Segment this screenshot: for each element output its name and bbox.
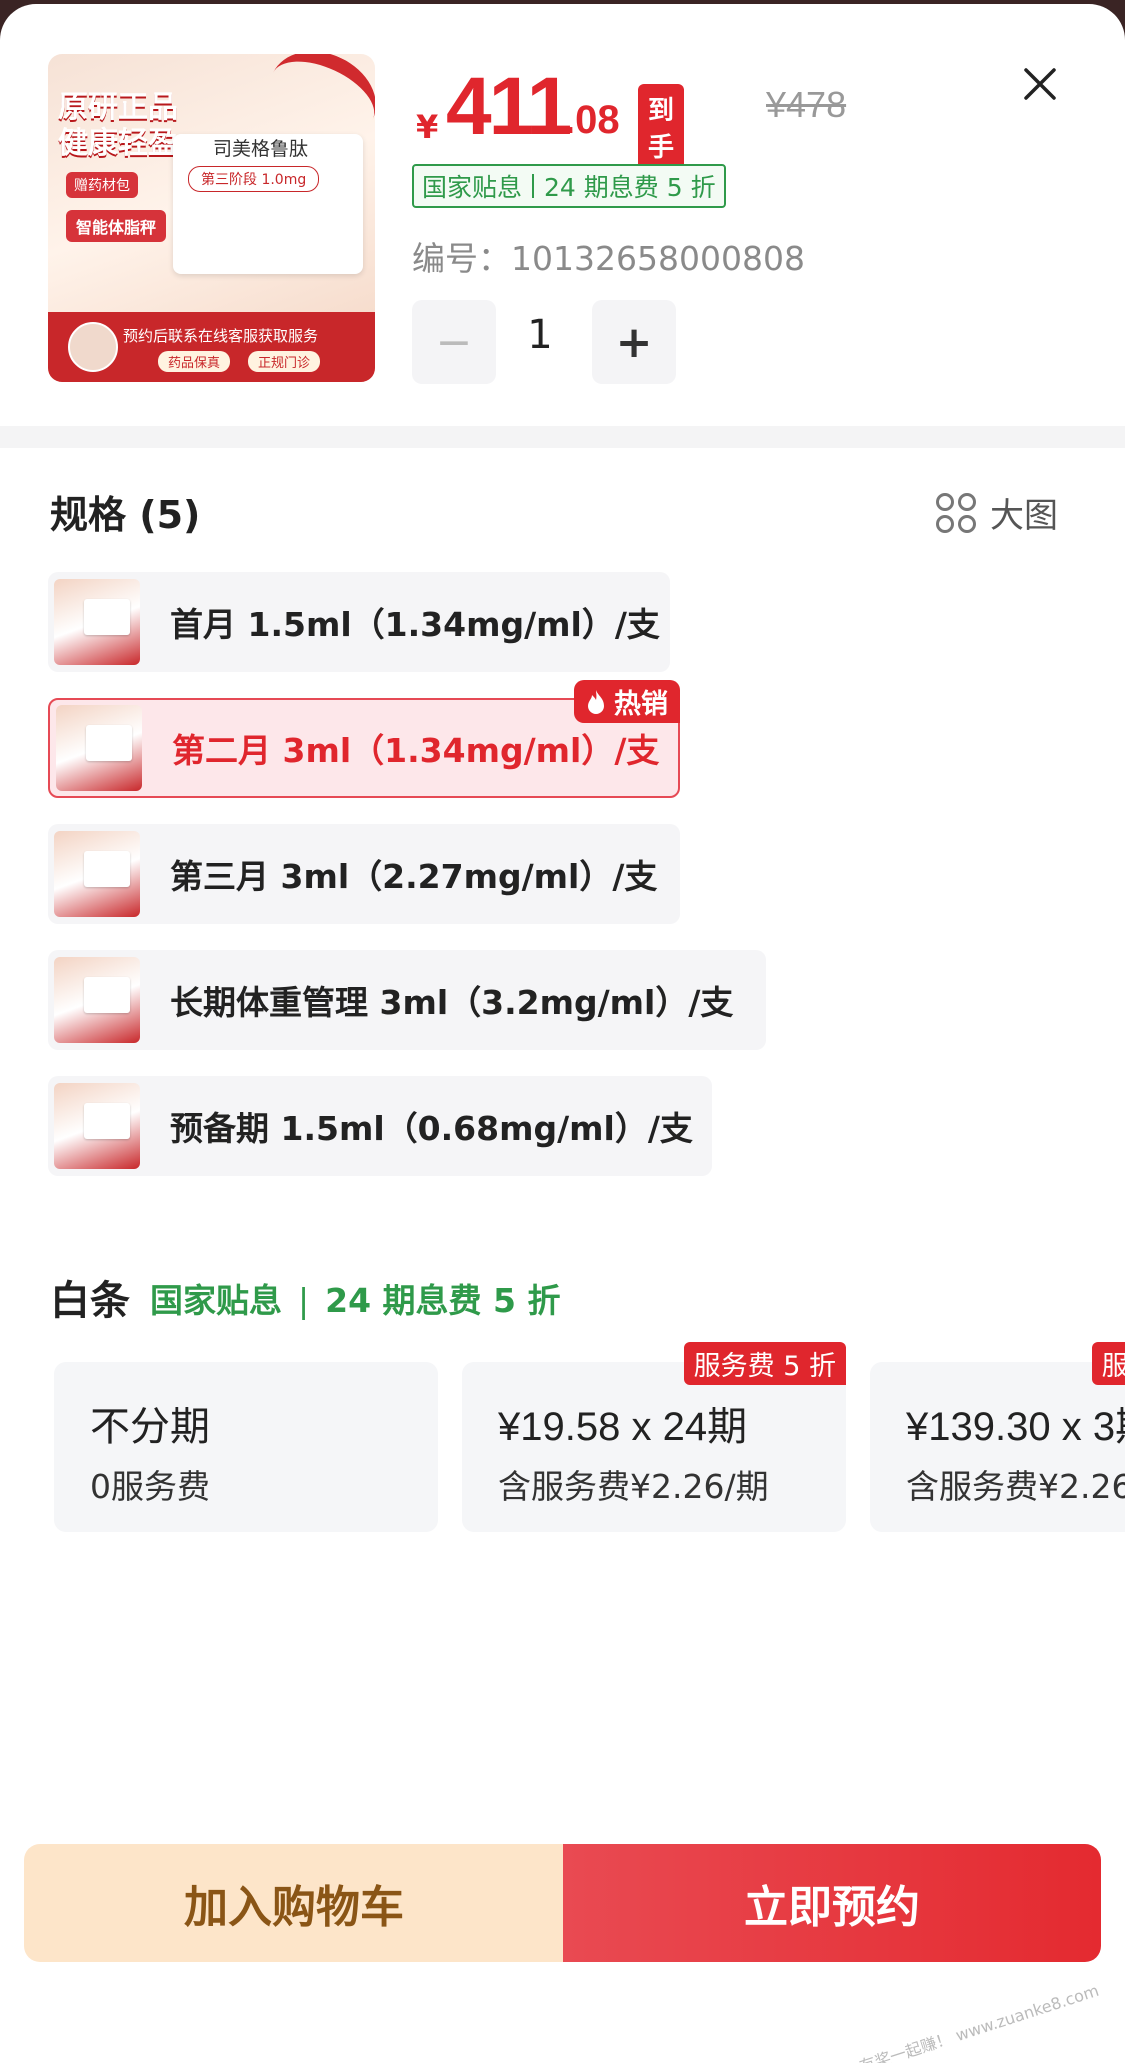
hot-sale-label: 热销	[614, 689, 668, 720]
thumb-strip-badge-a: 药品保真	[158, 351, 231, 372]
thumb-scale-tag: 智能体脂秤	[66, 210, 167, 242]
spec-option-label: 第二月 3ml（1.34mg/ml）/支	[172, 731, 660, 770]
spec-thumbnail	[54, 579, 140, 665]
big-image-label: 大图	[990, 496, 1058, 536]
section-divider	[0, 426, 1125, 448]
sku-number: 编号：10132658000808	[412, 232, 805, 280]
spec-option-label: 第三月 3ml（2.27mg/ml）/支	[170, 857, 658, 896]
plus-icon: +	[615, 316, 653, 368]
watermark: 赚客吧，有奖一起赚！ www.zuanke8.com	[795, 1980, 1101, 2063]
flame-icon	[588, 689, 604, 714]
thumb-stage: 第三阶段 1.0mg	[188, 166, 320, 192]
promo-left: 国家贴息	[422, 173, 523, 202]
sku-label: 编号：	[412, 239, 511, 278]
installment-plan-3[interactable]: 服务费 5 折 ¥139.30 x 3期 含服务费¥2.26/期	[870, 1342, 1125, 1532]
thumb-headline: 原研正品 健康轻盈	[58, 90, 178, 161]
plan-fee: 0服务费	[90, 1467, 210, 1506]
grid-icon	[936, 492, 976, 533]
spec-option-5[interactable]: 预备期 1.5ml（0.68mg/ml）/支	[48, 1076, 712, 1176]
thumb-brand: 司美格鲁肽	[213, 138, 309, 160]
plan-fee: 含服务费¥2.26/期	[498, 1467, 769, 1506]
price-decimal: .08	[564, 98, 620, 142]
baitiao-promo-right: 24 期息费 5 折	[325, 1281, 561, 1320]
thumb-gift-tag: 赠药材包	[66, 172, 138, 198]
original-price: ¥478	[766, 84, 847, 125]
fee-discount-badge: 服务费 5 折	[683, 1342, 846, 1385]
quantity-decrease-button[interactable]: −	[412, 300, 496, 384]
spec-thumbnail	[54, 1083, 140, 1169]
baitiao-promo: 国家贴息 | 24 期息费 5 折	[150, 1274, 560, 1322]
spec-thumbnail	[54, 831, 140, 917]
sku-value: 10132658000808	[511, 239, 805, 278]
spec-option-4[interactable]: 长期体重管理 3ml（3.2mg/ml）/支	[48, 950, 766, 1050]
close-icon	[1024, 68, 1056, 100]
plan-amount: 不分期	[90, 1405, 210, 1449]
product-thumbnail[interactable]: 原研正品 健康轻盈 司美格鲁肽 第三阶段 1.0mg 赠药材包 智能体脂秤 预约…	[48, 54, 375, 382]
hot-sale-badge: 热销	[574, 680, 680, 723]
spec-option-label: 预备期 1.5ml（0.68mg/ml）/支	[170, 1109, 693, 1148]
avatar	[68, 322, 118, 372]
spec-thumbnail	[56, 705, 142, 791]
add-to-cart-button[interactable]: 加入购物车	[24, 1844, 564, 1962]
quantity-value[interactable]: 1	[500, 312, 580, 358]
thumb-strip-badge-b: 正规门诊	[248, 351, 321, 372]
baitiao-title: 白条	[50, 1278, 130, 1324]
spec-option-3[interactable]: 第三月 3ml（2.27mg/ml）/支	[48, 824, 680, 924]
spec-option-label: 首月 1.5ml（1.34mg/ml）/支	[170, 605, 660, 644]
fee-discount-badge: 服务费 5 折	[1091, 1342, 1125, 1385]
thumb-strip-text: 预约后联系在线客服获取服务	[123, 327, 319, 345]
minus-icon: −	[435, 316, 473, 368]
plan-amount: ¥19.58 x 24期	[498, 1405, 748, 1449]
sku-selector-sheet: 原研正品 健康轻盈 司美格鲁肽 第三阶段 1.0mg 赠药材包 智能体脂秤 预约…	[0, 4, 1125, 2063]
spec-thumbnail	[54, 957, 140, 1043]
spec-option-label: 长期体重管理 3ml（3.2mg/ml）/支	[170, 983, 734, 1022]
plan-amount: ¥139.30 x 3期	[906, 1405, 1125, 1449]
spec-section-title: 规格 (5)	[50, 493, 201, 537]
quantity-increase-button[interactable]: +	[592, 300, 676, 384]
promo-divider	[532, 174, 535, 198]
currency-symbol: ¥	[416, 108, 439, 146]
big-image-toggle[interactable]: 大图	[936, 488, 1058, 537]
installment-plan-24[interactable]: 服务费 5 折 ¥19.58 x 24期 含服务费¥2.26/期	[462, 1342, 846, 1532]
close-button[interactable]	[1016, 60, 1064, 108]
price-integer: 411	[446, 61, 572, 152]
spec-option-2-selected[interactable]: 第二月 3ml（1.34mg/ml）/支 热销	[48, 680, 680, 798]
promo-right: 24 期息费 5 折	[544, 173, 716, 202]
baitiao-promo-divider: |	[298, 1281, 310, 1320]
plan-fee: 含服务费¥2.26/期	[906, 1467, 1125, 1506]
book-now-button[interactable]: 立即预约	[563, 1844, 1101, 1962]
installment-plan-none[interactable]: 不分期 0服务费	[54, 1362, 438, 1532]
baitiao-promo-left: 国家贴息	[150, 1281, 282, 1320]
spec-option-1[interactable]: 首月 1.5ml（1.34mg/ml）/支	[48, 572, 670, 672]
interest-subsidy-tag: 国家贴息 24 期息费 5 折	[412, 164, 726, 208]
